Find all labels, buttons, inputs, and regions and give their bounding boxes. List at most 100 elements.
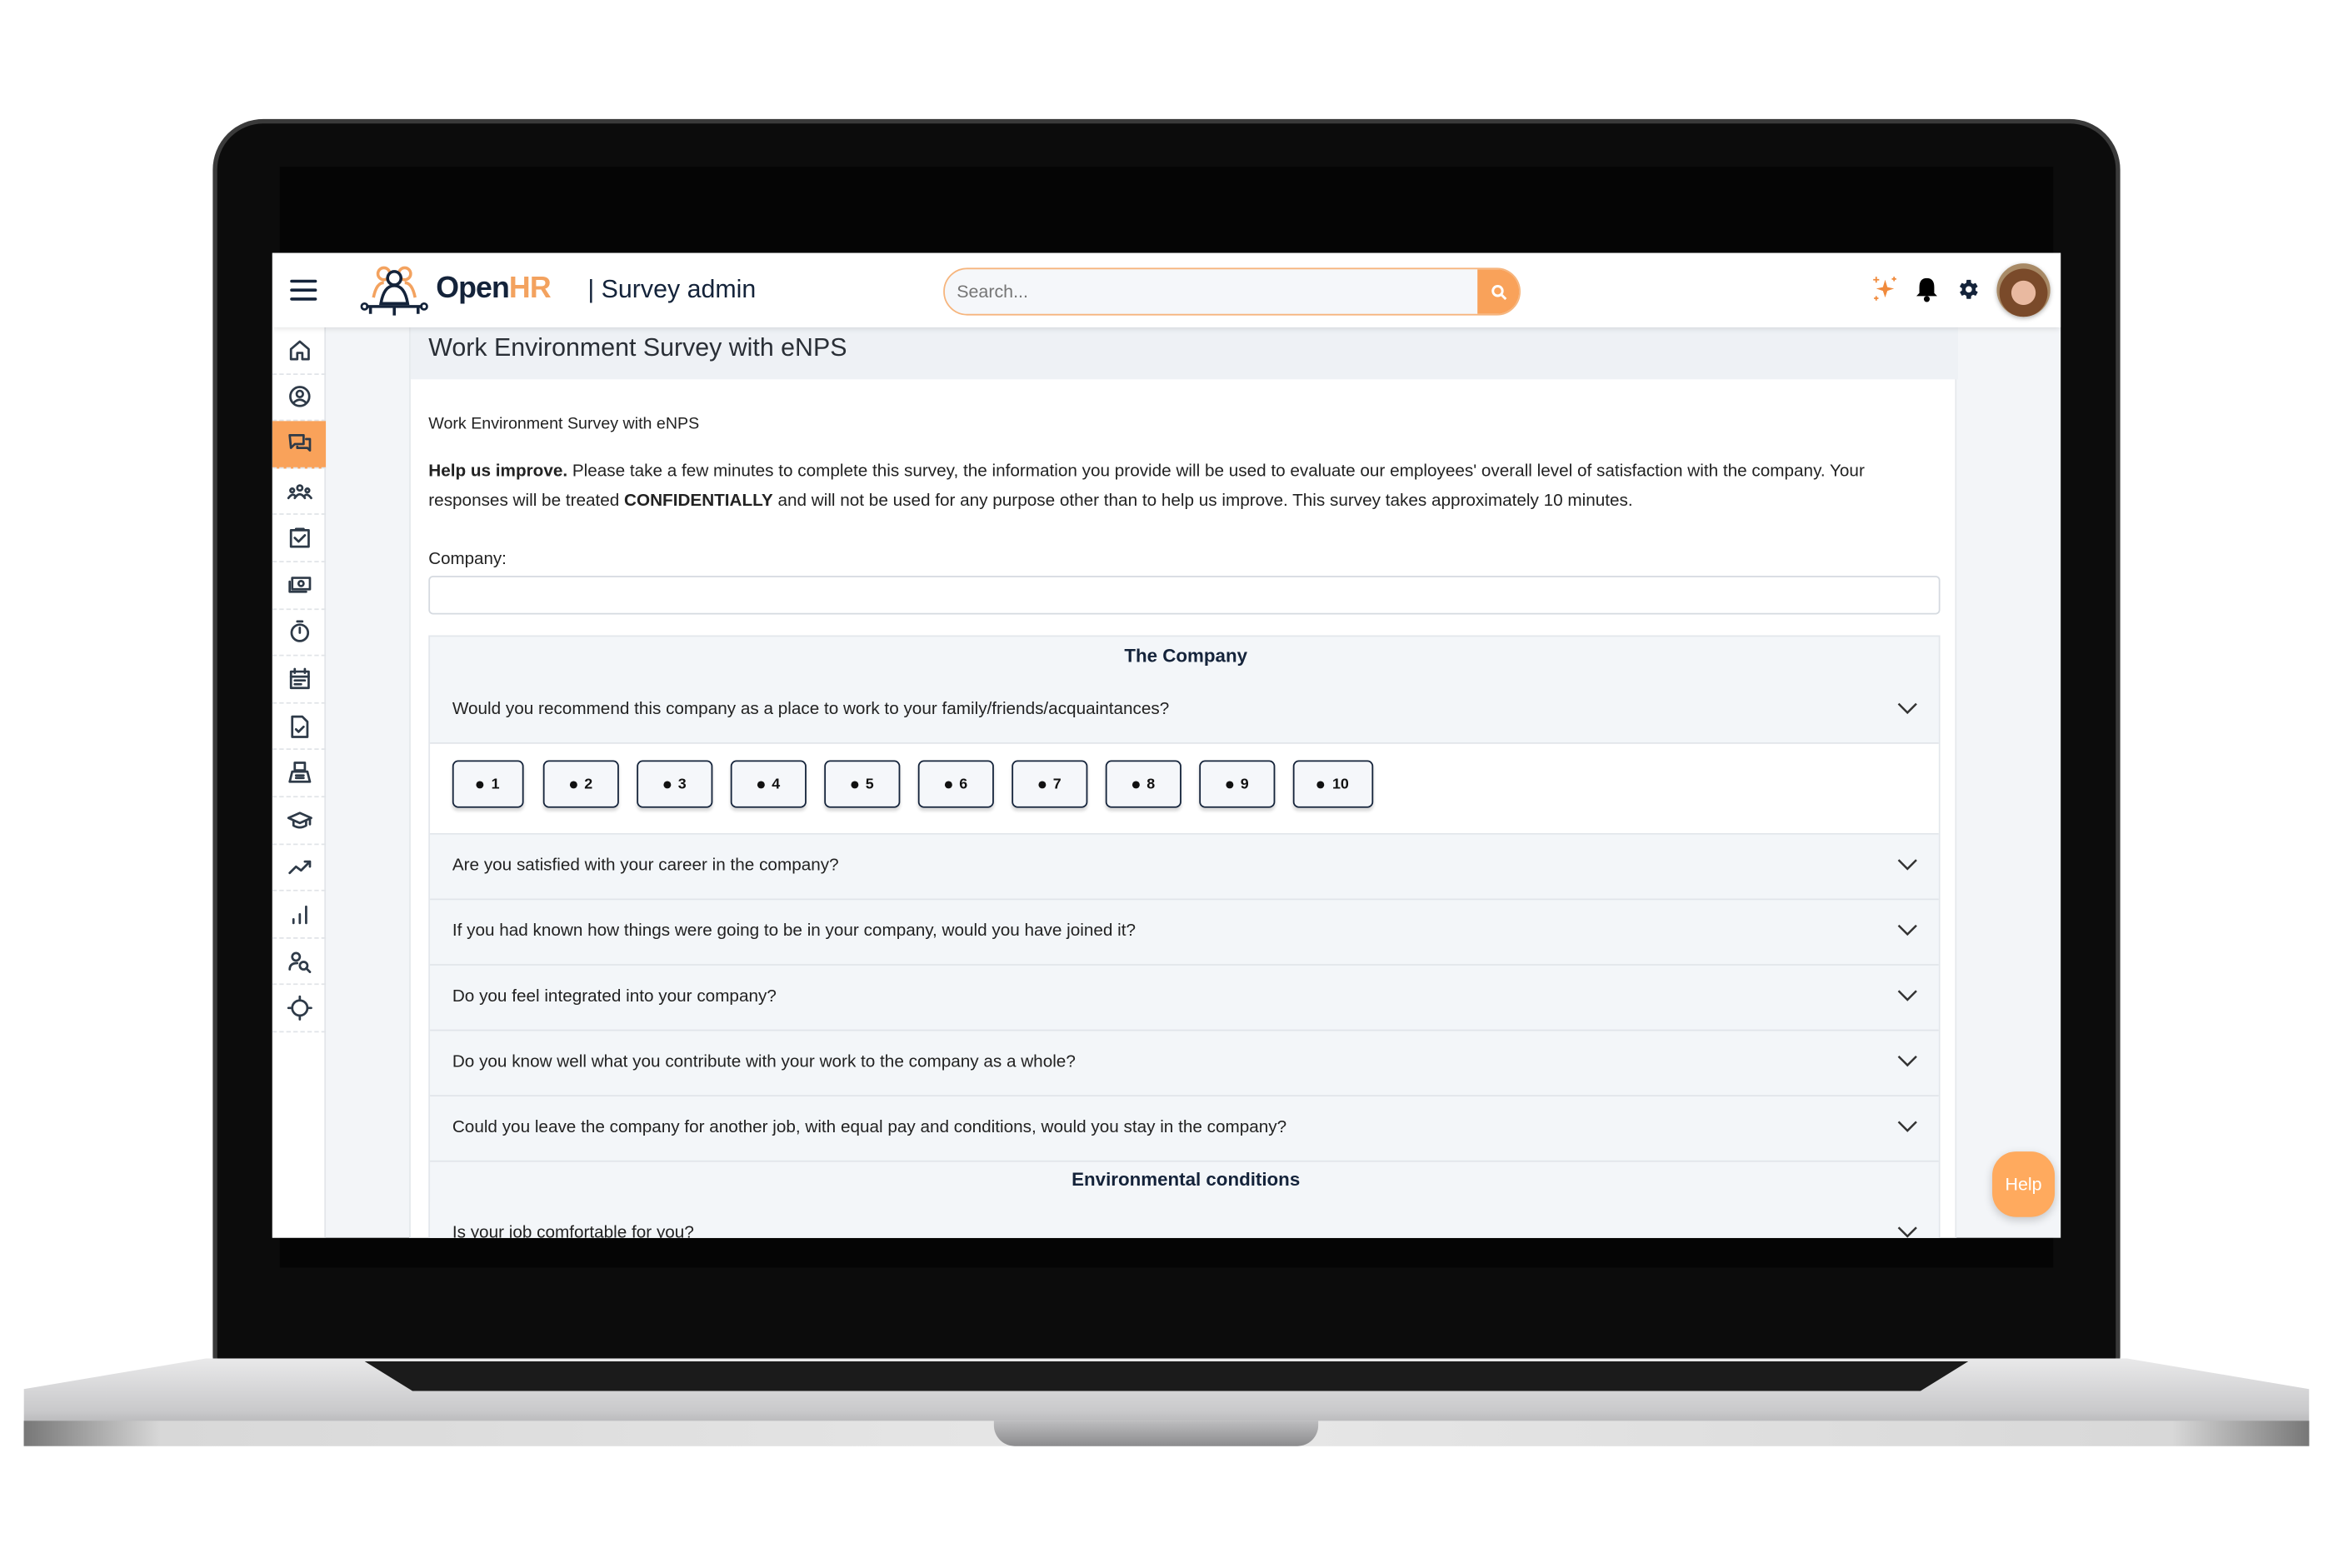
question-row[interactable]: Do you feel integrated into your company… [430,965,1939,1031]
openhr-logo-icon [360,266,428,316]
home-icon [288,340,309,361]
chevron-down-icon [1897,990,1917,1001]
chevron-down-icon [1897,702,1917,715]
rating-option-10[interactable]: 10 [1292,760,1374,808]
question-text: Is your job comfortable for you? [452,1222,694,1238]
bar-chart-icon [291,905,307,925]
avatar[interactable] [1996,263,2051,317]
survey-subtitle: Work Environment Survey with eNPS [428,415,700,433]
radio-dot-icon [1317,780,1326,788]
help-button[interactable]: Help [1992,1151,2056,1217]
questions-panel: The Company Would you recommend this comp… [428,635,1941,1238]
sidebar-item-crosshair[interactable] [272,986,327,1033]
rating-option-3[interactable]: 3 [637,760,713,808]
rating-option-5[interactable]: 5 [824,760,901,808]
rating-option-8[interactable]: 8 [1105,760,1181,808]
chat-icon [287,434,311,452]
user-search-icon [287,951,311,973]
search-box [943,267,1521,316]
clipboard-check-icon [288,527,309,548]
calendar-icon [288,667,309,690]
question-text: Would you recommend this company as a pl… [452,699,1170,719]
rating-option-2[interactable]: 2 [542,760,619,808]
fax-icon [287,762,311,783]
chevron-down-icon [1897,924,1917,936]
chevron-down-icon [1897,859,1917,871]
radio-dot-icon [476,780,484,788]
rating-option-6[interactable]: 6 [917,760,994,808]
team-icon [286,483,312,499]
section-title: Environmental conditions [1072,1169,1301,1191]
sidebar-item-team[interactable] [272,468,327,516]
company-input[interactable] [428,576,1941,615]
sidebar-item-clipboard-check[interactable] [272,516,327,562]
chevron-down-icon [1897,1226,1917,1238]
rating-options: 1 2 3 4 5 6 7 8 9 10 [430,743,1939,835]
sidebar-item-money[interactable] [272,562,327,610]
company-label: Company: [428,550,507,569]
sidebar-item-calendar[interactable] [272,657,327,704]
radio-dot-icon [1132,780,1140,788]
radio-dot-icon [1037,780,1046,788]
screen: OpenHR | Survey admin Work Environ [272,252,2061,1238]
sidebar-item-user-circle[interactable] [272,374,327,422]
chevron-down-icon [1897,1121,1917,1132]
title-bar: Work Environment Survey with eNPS [410,327,1958,380]
laptop-keyboard [364,1361,1969,1391]
radio-dot-icon [662,780,671,788]
question-row[interactable]: If you had known how things were going t… [430,900,1939,966]
radio-dot-icon [757,780,765,788]
rating-option-1[interactable]: 1 [452,760,524,808]
question-row[interactable]: Would you recommend this company as a pl… [430,678,1939,744]
question-row[interactable]: Could you leave the company for another … [430,1096,1939,1162]
question-row[interactable]: Is your job comfortable for you? [430,1201,1939,1238]
sidebar-item-stopwatch[interactable] [272,609,327,657]
sidebar-item-bar-chart[interactable] [272,891,327,939]
survey-card: Work Environment Survey with eNPS Work E… [409,327,1958,1238]
radio-dot-icon [850,780,858,788]
radio-dot-icon [944,780,952,788]
search-button[interactable] [1477,269,1520,314]
sparkle-icon[interactable] [1871,274,1901,304]
crosshair-icon [286,996,312,1021]
question-text: If you had known how things were going t… [452,921,1137,941]
question-row[interactable]: Are you satisfied with your career in th… [430,834,1939,901]
money-icon [287,576,311,593]
sidebar-item-trending-up[interactable] [272,845,327,891]
radio-dot-icon [569,780,577,788]
gear-icon[interactable] [1952,274,1982,304]
question-text: Are you satisfied with your career in th… [452,855,839,875]
app-name: | Survey admin [587,275,757,304]
sidebar-item-document-check[interactable] [272,703,327,751]
section-title: The Company [1124,645,1248,667]
sidebar-item-home[interactable] [272,327,327,375]
search-icon [1491,284,1506,300]
question-text: Do you feel integrated into your company… [452,986,777,1006]
top-header: OpenHR | Survey admin [272,252,2061,327]
rating-option-7[interactable]: 7 [1012,760,1088,808]
bell-icon[interactable] [1912,274,1942,304]
search-input[interactable] [944,269,1481,314]
survey-intro: Help us improve. Please take a few minut… [428,461,1865,510]
radio-dot-icon [1225,780,1233,788]
page-title: Work Environment Survey with eNPS [428,332,847,362]
question-text: Do you know well what you contribute wit… [452,1051,1076,1071]
sidebar [272,327,327,1238]
question-row[interactable]: Do you know well what you contribute wit… [430,1031,1939,1097]
document-check-icon [290,715,308,738]
graduation-cap-icon [286,811,312,829]
stopwatch-icon [289,621,309,643]
user-circle-icon [288,386,310,408]
sidebar-item-chat[interactable] [272,421,327,469]
rating-option-4[interactable]: 4 [730,760,807,808]
chevron-down-icon [1897,1055,1917,1067]
rating-option-9[interactable]: 9 [1199,760,1276,808]
trending-up-icon [287,861,311,875]
sidebar-item-user-search[interactable] [272,938,327,986]
laptop-notch [993,1421,1319,1446]
sidebar-item-fax[interactable] [272,751,327,798]
question-text: Could you leave the company for another … [452,1117,1287,1137]
logo-text: OpenHR [436,272,551,306]
menu-icon[interactable] [290,279,317,302]
sidebar-item-graduation-cap[interactable] [272,797,327,845]
